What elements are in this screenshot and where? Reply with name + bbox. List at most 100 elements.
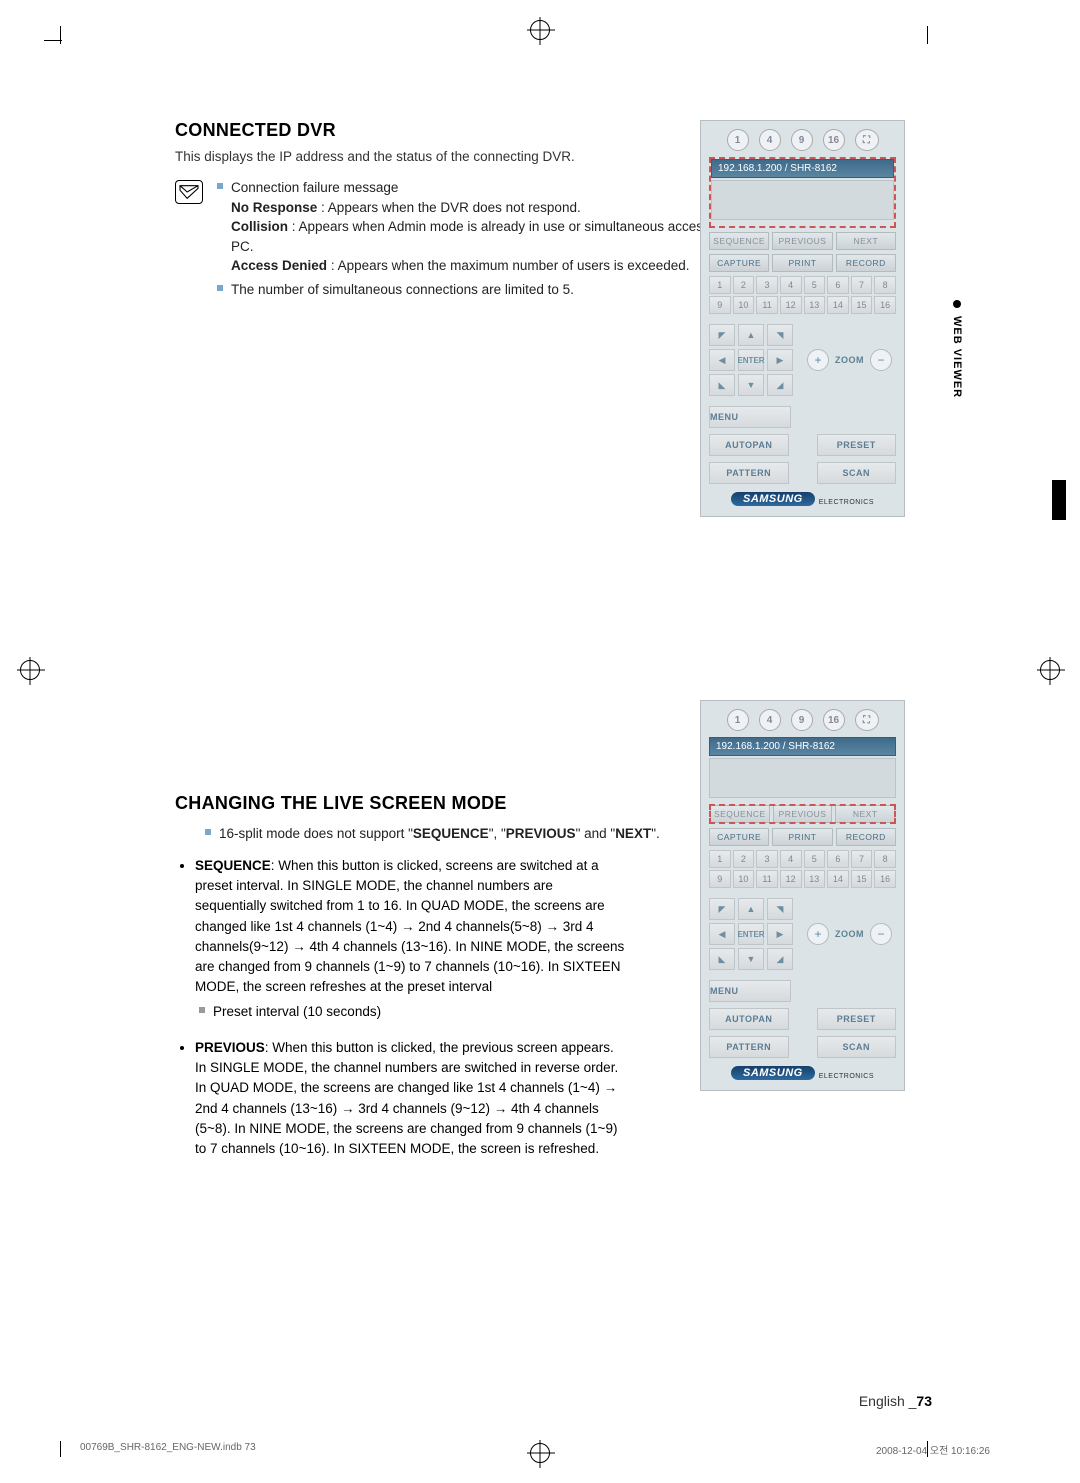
channel-button[interactable]: 7: [851, 850, 873, 868]
dpad-up-left-icon[interactable]: ◤: [709, 898, 735, 920]
channel-button[interactable]: 4: [780, 276, 802, 294]
channel-button[interactable]: 9: [709, 870, 731, 888]
dpad-up-icon[interactable]: ▲: [738, 324, 764, 346]
layout-4-button[interactable]: 4: [759, 709, 781, 731]
channel-button[interactable]: 2: [733, 276, 755, 294]
dpad-left-icon[interactable]: ◀: [709, 923, 735, 945]
crop-mark: [60, 26, 61, 44]
note-bold: Collision: [231, 219, 288, 234]
scan-button[interactable]: SCAN: [817, 462, 897, 484]
ptz-row: ◤ ▲ ◥ ◀ ENTER ▶ ◣ ▼ ◢ + ZOOM −: [709, 324, 896, 396]
dpad-up-icon[interactable]: ▲: [738, 898, 764, 920]
channel-button[interactable]: 11: [756, 870, 778, 888]
channel-button[interactable]: 6: [827, 850, 849, 868]
dpad-enter-button[interactable]: ENTER: [738, 923, 764, 945]
print-button[interactable]: PRINT: [772, 828, 832, 846]
dpad-up-left-icon[interactable]: ◤: [709, 324, 735, 346]
channel-button[interactable]: 2: [733, 850, 755, 868]
layout-1-button[interactable]: 1: [727, 129, 749, 151]
previous-button[interactable]: PREVIOUS: [773, 805, 833, 823]
bullet-text: : When this button is clicked, screens a…: [195, 858, 624, 995]
fullscreen-icon[interactable]: ⛶: [855, 709, 879, 731]
next-button[interactable]: NEXT: [836, 232, 896, 250]
record-button[interactable]: RECORD: [836, 828, 896, 846]
layout-9-button[interactable]: 9: [791, 709, 813, 731]
capture-button[interactable]: CAPTURE: [709, 254, 769, 272]
dpad-right-icon[interactable]: ▶: [767, 923, 793, 945]
dpad-up-right-icon[interactable]: ◥: [767, 898, 793, 920]
sequence-button[interactable]: SEQUENCE: [710, 805, 770, 823]
autopan-button[interactable]: AUTOPAN: [709, 1008, 789, 1030]
channel-button[interactable]: 14: [827, 870, 849, 888]
nav-row: SEQUENCE PREVIOUS NEXT: [709, 232, 896, 250]
dpad-enter-button[interactable]: ENTER: [738, 349, 764, 371]
channel-button[interactable]: 13: [804, 870, 826, 888]
zoom-in-button[interactable]: +: [807, 349, 829, 371]
registration-mark-icon: [530, 20, 550, 40]
record-button[interactable]: RECORD: [836, 254, 896, 272]
channel-button[interactable]: 15: [851, 296, 873, 314]
pattern-button[interactable]: PATTERN: [709, 462, 789, 484]
dpad-left-icon[interactable]: ◀: [709, 349, 735, 371]
dpad-down-right-icon[interactable]: ◢: [767, 948, 793, 970]
autopan-button[interactable]: AUTOPAN: [709, 434, 789, 456]
connected-dvr-row: 192.168.1.200 / SHR-8162: [711, 159, 894, 178]
layout-16-button[interactable]: 16: [823, 129, 845, 151]
channel-button[interactable]: 4: [780, 850, 802, 868]
channel-button[interactable]: 12: [780, 296, 802, 314]
dpad-down-icon[interactable]: ▼: [738, 948, 764, 970]
channel-button[interactable]: 16: [874, 296, 896, 314]
channel-button[interactable]: 12: [780, 870, 802, 888]
next-button[interactable]: NEXT: [835, 805, 895, 823]
channel-button[interactable]: 3: [756, 850, 778, 868]
channel-button[interactable]: 5: [804, 850, 826, 868]
dpad-down-left-icon[interactable]: ◣: [709, 374, 735, 396]
dpad-right-icon[interactable]: ▶: [767, 349, 793, 371]
brand-sub: ELECTRONICS: [819, 499, 874, 506]
preset-button[interactable]: PRESET: [817, 1008, 897, 1030]
channel-button[interactable]: 6: [827, 276, 849, 294]
channel-button[interactable]: 13: [804, 296, 826, 314]
channel-button[interactable]: 3: [756, 276, 778, 294]
layout-1-button[interactable]: 1: [727, 709, 749, 731]
pattern-button[interactable]: PATTERN: [709, 1036, 789, 1058]
menu-button[interactable]: MENU: [709, 406, 791, 428]
channel-button[interactable]: 16: [874, 870, 896, 888]
zoom-out-button[interactable]: −: [870, 349, 892, 371]
channel-button[interactable]: 7: [851, 276, 873, 294]
layout-4-button[interactable]: 4: [759, 129, 781, 151]
print-button[interactable]: PRINT: [772, 254, 832, 272]
channel-button[interactable]: 1: [709, 850, 731, 868]
channel-button[interactable]: 1: [709, 276, 731, 294]
note-icon: [175, 180, 203, 204]
layout-16-button[interactable]: 16: [823, 709, 845, 731]
webviewer-panel: 1 4 9 16 ⛶ 192.168.1.200 / SHR-8162 SEQU…: [700, 700, 905, 1091]
dpad-down-icon[interactable]: ▼: [738, 374, 764, 396]
channel-button[interactable]: 14: [827, 296, 849, 314]
fullscreen-icon[interactable]: ⛶: [855, 129, 879, 151]
channel-button[interactable]: 9: [709, 296, 731, 314]
zoom-in-button[interactable]: +: [807, 923, 829, 945]
layout-9-button[interactable]: 9: [791, 129, 813, 151]
dpad-down-right-icon[interactable]: ◢: [767, 374, 793, 396]
channel-button[interactable]: 11: [756, 296, 778, 314]
menu-button[interactable]: MENU: [709, 980, 791, 1002]
channel-button[interactable]: 8: [874, 276, 896, 294]
registration-mark-icon: [20, 660, 40, 680]
capture-button[interactable]: CAPTURE: [709, 828, 769, 846]
channel-button[interactable]: 8: [874, 850, 896, 868]
preset-button[interactable]: PRESET: [817, 434, 897, 456]
channel-button[interactable]: 15: [851, 870, 873, 888]
scan-button[interactable]: SCAN: [817, 1036, 897, 1058]
channel-button[interactable]: 10: [733, 296, 755, 314]
sequence-button[interactable]: SEQUENCE: [709, 232, 769, 250]
dpad-up-right-icon[interactable]: ◥: [767, 324, 793, 346]
dpad-down-left-icon[interactable]: ◣: [709, 948, 735, 970]
registration-mark-icon: [530, 1443, 550, 1463]
channel-button[interactable]: 10: [733, 870, 755, 888]
zoom-out-button[interactable]: −: [870, 923, 892, 945]
pattern-row: PATTERN SCAN: [709, 1036, 896, 1058]
previous-button[interactable]: PREVIOUS: [772, 232, 832, 250]
crop-mark: [927, 1441, 928, 1457]
channel-button[interactable]: 5: [804, 276, 826, 294]
